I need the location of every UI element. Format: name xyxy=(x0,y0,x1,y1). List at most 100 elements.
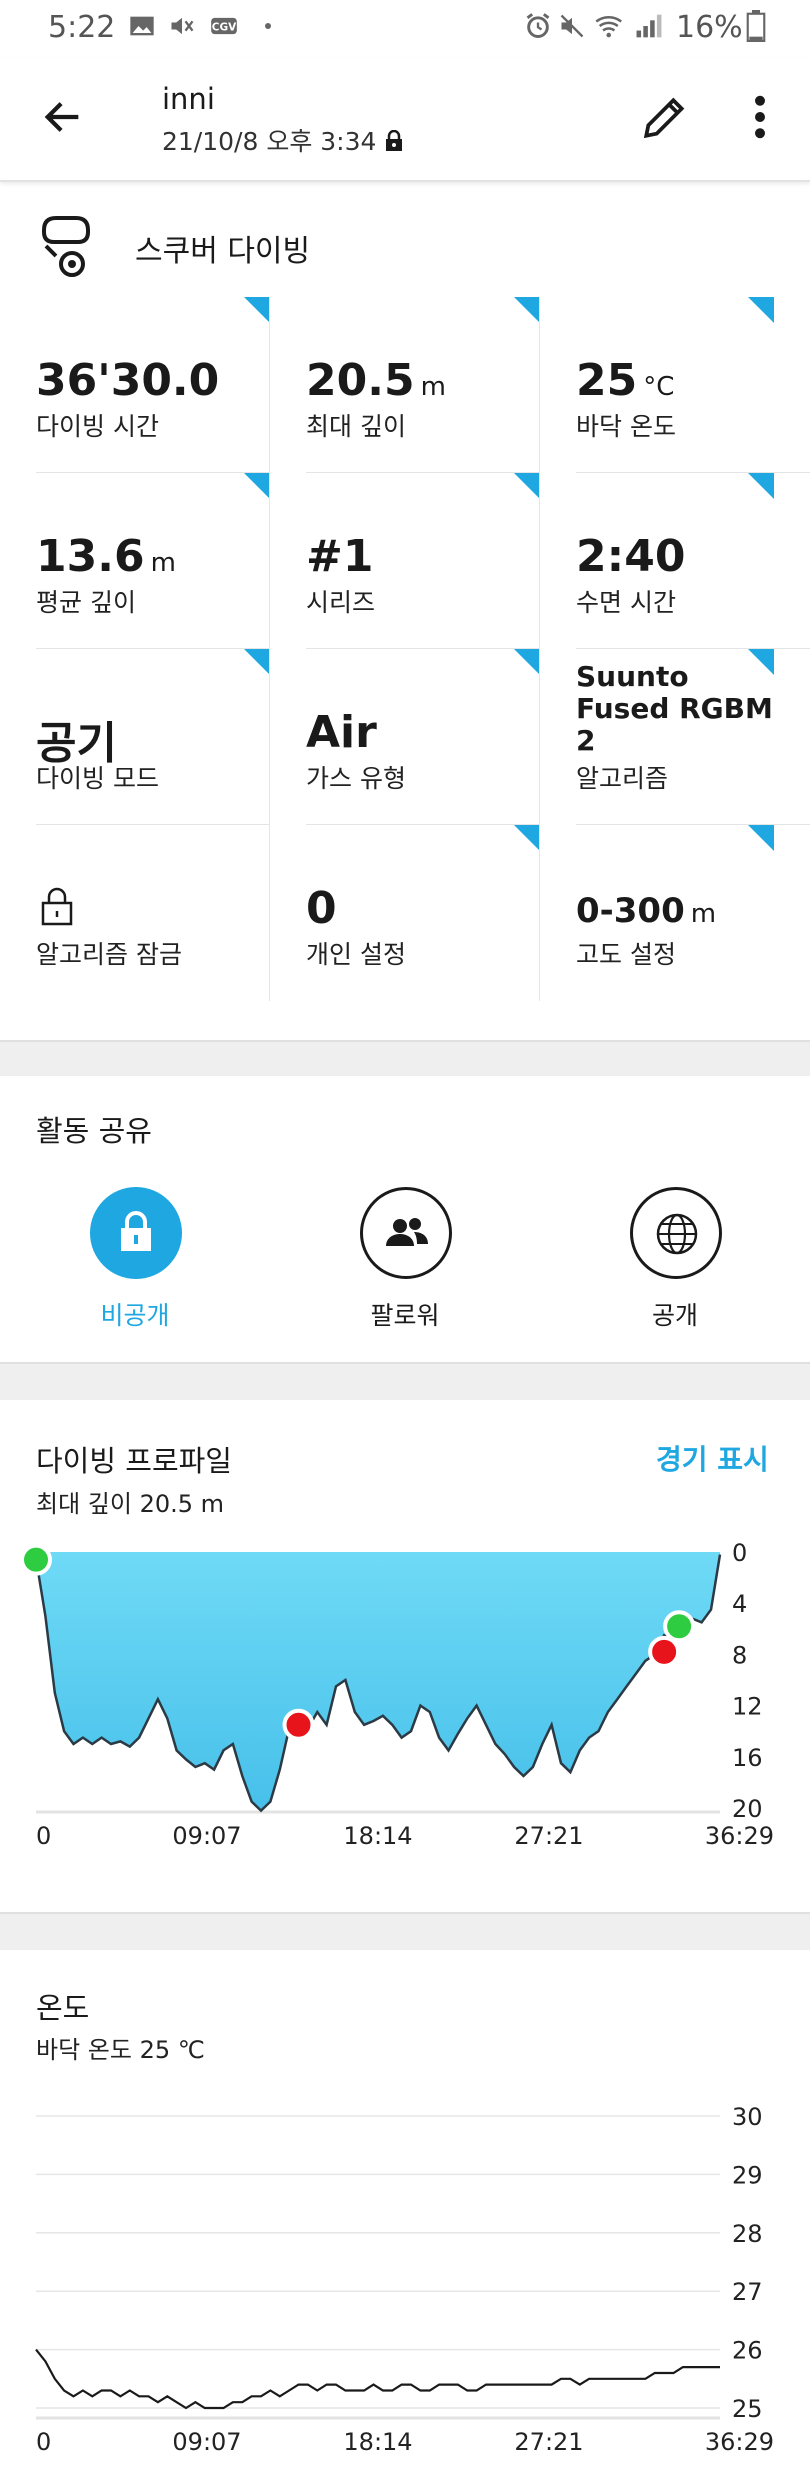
stat-avg-depth[interactable]: 13.6 m 평균 깊이 xyxy=(0,473,270,649)
temperature-chart[interactable]: 30 29 28 27 26 25 0 09:07 18:14 27:21 36:29 xyxy=(0,2090,810,2480)
corner-indicator xyxy=(748,297,774,323)
x-tick-label: 27:21 xyxy=(514,1822,583,1850)
padlock-icon xyxy=(41,887,73,926)
stat-surface-time[interactable]: 2:40 수면 시간 xyxy=(540,473,810,649)
lock-icon xyxy=(121,1211,151,1251)
marker-red xyxy=(648,1635,681,1668)
stat-algorithm-lock[interactable]: 알고리즘 잠금 xyxy=(0,825,270,1001)
stat-value: Suunto Fused RGBM 2 xyxy=(576,660,773,757)
dive-profile-subtitle: 최대 깊이 20.5 m xyxy=(36,1490,225,1518)
mute-icon xyxy=(560,14,584,38)
dive-profile-title: 다이빙 프로파일 xyxy=(36,1444,232,1478)
corner-indicator xyxy=(748,473,774,499)
stat-value: 0 xyxy=(306,883,337,934)
stat-personal-setting[interactable]: 0 개인 설정 xyxy=(270,825,540,1001)
stat-value: #1 xyxy=(306,531,374,582)
x-tick-label: 36:29 xyxy=(705,1822,774,1850)
stat-value: Air xyxy=(306,707,377,758)
x-tick-label: 09:07 xyxy=(172,1822,241,1850)
workout-datetime: 21/10/8 오후 3:34 xyxy=(162,122,404,158)
x-tick-label: 36:29 xyxy=(705,2428,774,2456)
notification-dot-icon xyxy=(265,23,271,29)
corner-indicator xyxy=(514,473,540,499)
app-bar: inni 21/10/8 오후 3:34 xyxy=(0,58,810,182)
battery-icon xyxy=(746,10,766,42)
y-tick-label: 30 xyxy=(732,2103,763,2131)
x-tick-label: 27:21 xyxy=(514,2428,583,2456)
stat-label: 수면 시간 xyxy=(576,588,676,617)
stat-label: 개인 설정 xyxy=(306,940,406,969)
section-divider xyxy=(0,1040,810,1076)
corner-indicator xyxy=(514,297,540,323)
y-tick-label: 16 xyxy=(732,1744,763,1772)
stat-max-depth[interactable]: 20.5 m 최대 깊이 xyxy=(270,297,540,473)
back-arrow-icon[interactable] xyxy=(40,94,86,140)
wifi-icon xyxy=(595,15,622,38)
x-tick-label: 0 xyxy=(36,1822,51,1850)
stat-value: 13.6 xyxy=(36,531,145,582)
more-options-icon[interactable] xyxy=(748,92,772,142)
stat-label: 다이빙 시간 xyxy=(36,412,159,441)
marker-green xyxy=(20,1543,52,1576)
stat-series[interactable]: #1 시리즈 xyxy=(270,473,540,649)
stat-value: 0-300 xyxy=(576,891,685,931)
stat-label: 알고리즘 xyxy=(576,764,669,793)
stat-label: 평균 깊이 xyxy=(36,588,136,617)
stat-label: 알고리즘 잠금 xyxy=(36,940,182,969)
stat-gas-type[interactable]: Air 가스 유형 xyxy=(270,649,540,825)
share-private-label: 비공개 xyxy=(100,1301,170,1330)
temperature-line xyxy=(35,2348,720,2410)
edit-pencil-icon[interactable] xyxy=(640,92,690,142)
y-tick-label: 28 xyxy=(732,2220,763,2248)
share-followers-button[interactable] xyxy=(360,1187,452,1279)
marker-red xyxy=(282,1708,315,1741)
stat-label: 고도 설정 xyxy=(576,940,676,969)
y-tick-label: 27 xyxy=(732,2278,763,2306)
stat-unit: m xyxy=(420,372,446,402)
dive-profile-chart[interactable]: 0 4 8 12 16 20 0 09:07 18:14 27:21 36:29 xyxy=(0,1530,810,1860)
stat-label: 가스 유형 xyxy=(306,764,406,793)
followers-icon xyxy=(386,1218,428,1246)
status-time: 5:22 xyxy=(48,10,116,45)
stat-unit: m xyxy=(690,899,717,929)
signal-icon xyxy=(636,14,662,38)
temperature-subtitle: 바닥 온도 25 ℃ xyxy=(36,2036,205,2064)
share-private-button[interactable] xyxy=(90,1187,182,1279)
stat-dive-mode[interactable]: 공기 다이빙 모드 xyxy=(0,649,270,825)
section-divider xyxy=(0,1362,810,1400)
corner-indicator xyxy=(244,297,270,323)
sound-off-icon xyxy=(171,17,194,35)
cgv-app-icon: CGV xyxy=(211,17,237,35)
y-tick-label: 29 xyxy=(732,2161,763,2189)
stat-label: 최대 깊이 xyxy=(306,412,406,441)
stat-label: 바닥 온도 xyxy=(576,412,676,441)
alarm-icon xyxy=(526,13,550,38)
activity-type-title: 스쿠버 다이빙 xyxy=(135,234,311,269)
stat-value: 2:40 xyxy=(576,531,686,582)
stat-dive-time[interactable]: 36'30.0 다이빙 시간 xyxy=(0,297,270,473)
stat-altitude-setting[interactable]: 0-300 m 고도 설정 xyxy=(540,825,810,1001)
stat-value: 36'30.0 xyxy=(36,355,220,406)
stat-value: 25 xyxy=(576,355,638,406)
stat-bottom-temperature[interactable]: 25 °C 바닥 온도 xyxy=(540,297,810,473)
x-tick-label: 0 xyxy=(36,2428,51,2456)
workout-owner-name: inni xyxy=(162,82,215,116)
corner-indicator xyxy=(244,473,270,499)
globe-icon xyxy=(656,1213,698,1255)
x-tick-label: 09:07 xyxy=(172,2428,241,2456)
status-bar: 5:22 CGV 16% xyxy=(0,0,810,58)
stat-label: 다이빙 모드 xyxy=(36,764,159,793)
stat-algorithm[interactable]: Suunto Fused RGBM 2 알고리즘 xyxy=(540,649,810,825)
lock-icon xyxy=(386,130,403,151)
y-tick-label: 25 xyxy=(732,2395,763,2423)
share-public-button[interactable] xyxy=(630,1187,722,1279)
workout-datetime-text: 21/10/8 오후 3:34 xyxy=(162,127,377,156)
corner-indicator xyxy=(244,649,270,675)
stat-unit: m xyxy=(150,548,176,578)
stat-unit: °C xyxy=(643,372,675,402)
show-race-link[interactable]: 경기 표시 xyxy=(656,1438,769,1478)
sharing-title: 활동 공유 xyxy=(36,1114,152,1148)
section-divider xyxy=(0,1912,810,1950)
scuba-diving-icon xyxy=(42,216,90,277)
y-tick-label: 8 xyxy=(732,1641,747,1669)
